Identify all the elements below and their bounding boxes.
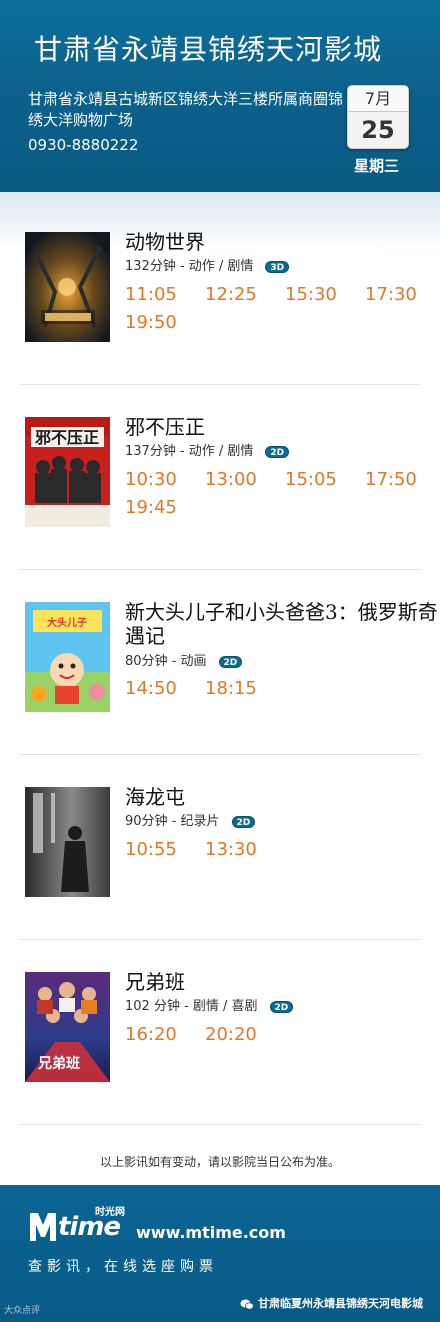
showtime[interactable]: 15:30 — [285, 284, 337, 305]
movie-item[interactable]: 邪不压正 邪不压正 137分钟 - 动作 / 剧情 2D 10:30 13:00 … — [0, 385, 440, 570]
schedule-notice: 以上影讯如有变动，请以影院当日公布为准。 — [99, 1155, 340, 1169]
showtime[interactable]: 10:55 — [125, 839, 177, 860]
format-badge: 2D — [218, 655, 243, 668]
poster-hailongtun[interactable] — [25, 787, 110, 897]
logo-text[interactable]: time — [58, 1212, 121, 1242]
movie-meta: 80分钟 - 动画 2D — [125, 650, 243, 669]
svg-text:大头儿子: 大头儿子 — [47, 616, 87, 629]
showtime[interactable]: 13:30 — [205, 839, 257, 860]
showtime[interactable]: 14:50 — [125, 678, 177, 699]
calendar-weekday: 星期三 — [354, 157, 400, 175]
movie-meta: 137分钟 - 动作 / 剧情 2D — [125, 440, 290, 459]
poster-hidden-man[interactable]: 邪不压正 — [25, 417, 110, 527]
movie-title[interactable]: 海龙屯 — [125, 785, 185, 809]
showtime[interactable]: 17:50 — [365, 469, 417, 490]
cinema-address: 甘肃省永靖县古城新区锦绣大洋三楼所属商圈锦绣大洋购物广场 — [28, 90, 344, 129]
format-badge: 2D — [269, 1000, 294, 1013]
footer-slogan: 查影讯，在线选座购票 — [28, 1259, 218, 1275]
cinema-name: 甘肃省永靖县锦绣天河影城 — [34, 33, 383, 66]
poster-animal-world[interactable] — [25, 232, 110, 342]
showtime[interactable]: 19:45 — [125, 497, 177, 518]
movie-item[interactable]: 动物世界 132分钟 - 动作 / 剧情 3D 11:05 12:25 15:30… — [0, 200, 440, 385]
movie-title[interactable]: 邪不压正 — [125, 415, 205, 439]
movie-meta-text: 80分钟 - 动画 — [125, 654, 207, 669]
showtime[interactable]: 18:15 — [205, 678, 257, 699]
wechat-icon — [240, 1299, 254, 1310]
showtime[interactable]: 13:00 — [205, 469, 257, 490]
movie-meta-text: 90分钟 - 纪录片 — [125, 814, 220, 829]
svg-text:邪不压正: 邪不压正 — [34, 428, 99, 447]
site-url[interactable]: www.mtime.com — [136, 1223, 286, 1242]
movie-meta: 90分钟 - 纪录片 2D — [125, 810, 256, 829]
showtime[interactable]: 11:05 — [125, 284, 177, 305]
showtime[interactable]: 20:20 — [205, 1024, 257, 1045]
calendar-month: 7月 — [348, 86, 408, 112]
format-badge: 2D — [265, 445, 290, 458]
movie-title[interactable]: 兄弟班 — [125, 970, 185, 994]
mtime-logo-icon[interactable] — [28, 1207, 58, 1245]
showtimes: 10:30 13:00 15:05 17:50 19:45 — [125, 469, 425, 519]
format-badge: 2D — [231, 815, 256, 828]
svg-text:兄弟班: 兄弟班 — [37, 1055, 80, 1072]
movie-item[interactable]: 大头儿子 新大头儿子和小头爸爸3：俄罗斯奇遇记 80分钟 - 动画 2D 14:5… — [0, 570, 440, 755]
watermark: 大众点评 — [4, 1306, 41, 1316]
calendar-day: 25 — [361, 116, 395, 144]
showtimes: 10:55 13:30 — [125, 839, 425, 865]
movie-title[interactable]: 动物世界 — [125, 230, 205, 254]
showtime[interactable]: 12:25 — [205, 284, 257, 305]
showtimes: 14:50 18:15 — [125, 678, 425, 704]
showtime[interactable]: 16:20 — [125, 1024, 177, 1045]
movie-meta-text: 102 分钟 - 剧情 / 喜剧 — [125, 999, 258, 1014]
movie-item[interactable]: 兄弟班 兄弟班 102 分钟 - 剧情 / 喜剧 2D 16:20 20:20 — [0, 940, 440, 1125]
wechat-account[interactable]: 甘肃临夏州永靖县锦绣天河电影城 — [240, 1295, 423, 1311]
movie-item[interactable]: 海龙屯 90分钟 - 纪录片 2D 10:55 13:30 — [0, 755, 440, 940]
showtime[interactable]: 15:05 — [285, 469, 337, 490]
poster-big-head-son[interactable]: 大头儿子 — [25, 602, 110, 712]
movie-meta: 102 分钟 - 剧情 / 喜剧 2D — [125, 995, 294, 1014]
movie-meta-text: 132分钟 - 动作 / 剧情 — [125, 259, 254, 274]
showtime[interactable]: 10:30 — [125, 469, 177, 490]
movie-meta-text: 137分钟 - 动作 / 剧情 — [125, 444, 254, 459]
showtime[interactable]: 19:50 — [125, 312, 177, 333]
showtime[interactable]: 17:30 — [365, 284, 417, 305]
showtimes: 16:20 20:20 — [125, 1024, 425, 1050]
poster-brothers-class[interactable]: 兄弟班 — [25, 972, 110, 1082]
wechat-account-name: 甘肃临夏州永靖县锦绣天河电影城 — [258, 1297, 423, 1310]
mtime-footer: 时光网 time www.mtime.com 查影讯，在线选座购票 大众点评 甘… — [0, 1177, 440, 1322]
cinema-phone[interactable]: 0930-8880222 — [28, 136, 138, 154]
movie-title[interactable]: 新大头儿子和小头爸爸3：俄罗斯奇遇记 — [125, 600, 440, 650]
format-badge: 3D — [265, 260, 290, 273]
divider — [20, 1124, 420, 1125]
showtimes: 11:05 12:25 15:30 17:30 19:50 — [125, 284, 425, 334]
date-calendar: 7月 25 — [347, 85, 409, 149]
movie-meta: 132分钟 - 动作 / 剧情 3D — [125, 255, 290, 274]
cinema-header: 甘肃省永靖县锦绣天河影城 甘肃省永靖县古城新区锦绣大洋三楼所属商圈锦绣大洋购物广… — [0, 0, 440, 200]
